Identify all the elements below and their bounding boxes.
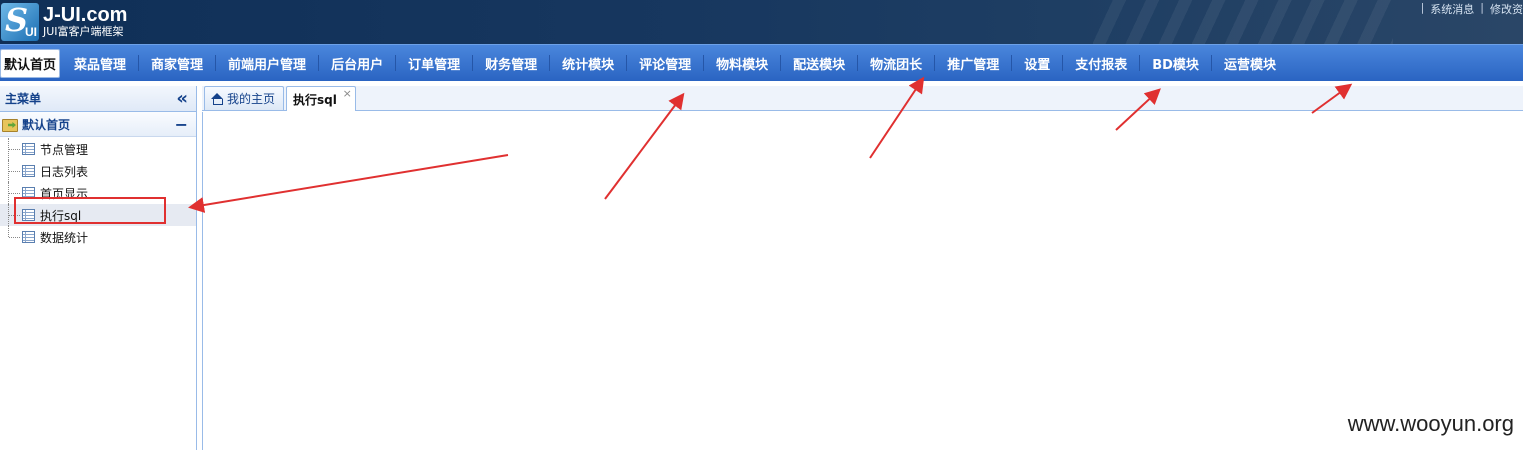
sidebar: 主菜单 « 默认首页 − 节点管理日志列表首页显示执行sql 数据统计 xyxy=(0,86,197,450)
nav-item[interactable]: 物流团长 xyxy=(858,45,934,82)
sidebar-item[interactable]: 日志列表 xyxy=(0,160,196,182)
tab-my-home[interactable]: 我的主页 xyxy=(204,86,285,110)
nav-item-label: 运营模块 xyxy=(1223,57,1276,73)
sidebar-group-header[interactable]: 默认首页 − xyxy=(0,112,196,137)
sidebar-tree: 节点管理日志列表首页显示执行sql 数据统计 xyxy=(0,137,196,248)
nav-item-label: 后台用户 xyxy=(331,57,384,73)
nav-item[interactable]: 统计模块 xyxy=(550,45,626,82)
sidebar-item-label: 首页显示 xyxy=(40,186,89,201)
nav-item-label: 物流团长 xyxy=(870,57,923,73)
page-icon xyxy=(22,209,35,221)
page-icon xyxy=(22,165,35,177)
nav-item-label: 推广管理 xyxy=(947,57,1000,73)
nav-item[interactable]: 菜品管理 xyxy=(62,45,138,82)
logo-title: J-UI.com xyxy=(43,4,128,26)
nav-item[interactable]: 推广管理 xyxy=(935,45,1011,82)
tab-execute-sql[interactable]: 执行sql × xyxy=(286,86,356,111)
page-icon xyxy=(22,231,35,243)
header-decoration xyxy=(1093,0,1393,44)
close-icon[interactable]: × xyxy=(343,87,352,100)
tab-label: 执行sql xyxy=(293,92,337,107)
nav-item[interactable]: 评论管理 xyxy=(627,45,703,82)
main-content xyxy=(202,112,1523,450)
sidebar-title: 主菜单 xyxy=(5,92,42,106)
sidebar-item-label: 数据统计 xyxy=(40,230,89,245)
app-header: S UI J-UI.com JUI富客户端框架 | 系统消息 | 修改资 xyxy=(0,0,1523,44)
nav-item-label: 默认首页 xyxy=(4,57,57,73)
main-nav: 默认首页 菜品管理 商家管理 前端用户管理 后台用户 订单管理 财务管理 统计模块 评论管理 物料… xyxy=(0,44,1523,81)
nav-item[interactable]: 配送模块 xyxy=(781,45,857,82)
sidebar-item-label: 日志列表 xyxy=(40,164,89,179)
page-icon xyxy=(22,143,35,155)
tree-connector xyxy=(8,138,20,160)
nav-item[interactable]: 后台用户 xyxy=(319,45,395,82)
logo-mark-text: UI xyxy=(25,25,37,39)
nav-item[interactable]: 财务管理 xyxy=(473,45,549,82)
tab-label: 我的主页 xyxy=(227,92,276,106)
nav-item[interactable]: BD模块 xyxy=(1140,45,1211,82)
tab-bar: 我的主页 执行sql × xyxy=(202,86,1523,111)
nav-item-label: 设置 xyxy=(1024,57,1051,73)
sidebar-item[interactable]: 数据统计 xyxy=(0,226,196,248)
tree-connector xyxy=(8,204,20,226)
page-icon xyxy=(22,187,35,199)
sidebar-item[interactable]: 节点管理 xyxy=(0,138,196,160)
home-icon xyxy=(211,93,223,105)
sidebar-item-label: 节点管理 xyxy=(40,142,89,157)
nav-item-label: BD模块 xyxy=(1152,57,1199,73)
top-link-messages[interactable]: 系统消息 xyxy=(1430,1,1474,17)
nav-item-label: 配送模块 xyxy=(793,57,846,73)
collapse-icon[interactable]: « xyxy=(176,89,188,108)
collapse-group-icon[interactable]: − xyxy=(175,115,188,134)
nav-item[interactable]: 订单管理 xyxy=(396,45,472,82)
nav-item[interactable]: 设置 xyxy=(1012,45,1062,82)
tree-connector xyxy=(8,226,20,238)
sidebar-header: 主菜单 « xyxy=(0,86,196,112)
nav-item-label: 财务管理 xyxy=(485,57,538,73)
nav-item-label: 商家管理 xyxy=(151,57,204,73)
logo-text: J-UI.com JUI富客户端框架 xyxy=(43,5,127,39)
sidebar-group-title: 默认首页 xyxy=(22,117,71,132)
nav-item[interactable]: 默认首页 xyxy=(0,48,61,78)
tree-connector xyxy=(8,160,20,182)
nav-item-label: 订单管理 xyxy=(408,57,461,73)
sidebar-item-label: 执行sql xyxy=(40,208,82,223)
nav-item[interactable]: 运营模块 xyxy=(1212,45,1288,82)
top-link-modify[interactable]: 修改资 xyxy=(1490,1,1523,17)
nav-item-label: 支付报表 xyxy=(1075,57,1128,73)
nav-item[interactable]: 前端用户管理 xyxy=(216,45,318,82)
nav-item-label: 评论管理 xyxy=(639,57,692,73)
nav-item[interactable]: 支付报表 xyxy=(1063,45,1139,82)
nav-item[interactable]: 商家管理 xyxy=(139,45,215,82)
nav-item-label: 物料模块 xyxy=(716,57,769,73)
top-links: | 系统消息 | 修改资 xyxy=(1420,1,1523,17)
sidebar-item[interactable]: 首页显示 xyxy=(0,182,196,204)
logo-subtitle: JUI富客户端框架 xyxy=(43,25,124,38)
logo-mark: S UI xyxy=(1,3,39,41)
nav-item-label: 前端用户管理 xyxy=(228,57,307,73)
nav-item-label: 菜品管理 xyxy=(74,57,127,73)
nav-item[interactable]: 物料模块 xyxy=(704,45,780,82)
watermark: www.wooyun.org xyxy=(1347,411,1514,436)
nav-item-label: 统计模块 xyxy=(562,57,615,73)
tree-connector xyxy=(8,182,20,204)
folder-icon xyxy=(2,117,18,132)
sidebar-item[interactable]: 执行sql xyxy=(0,204,196,226)
logo[interactable]: S UI J-UI.com JUI富客户端框架 xyxy=(0,0,127,44)
